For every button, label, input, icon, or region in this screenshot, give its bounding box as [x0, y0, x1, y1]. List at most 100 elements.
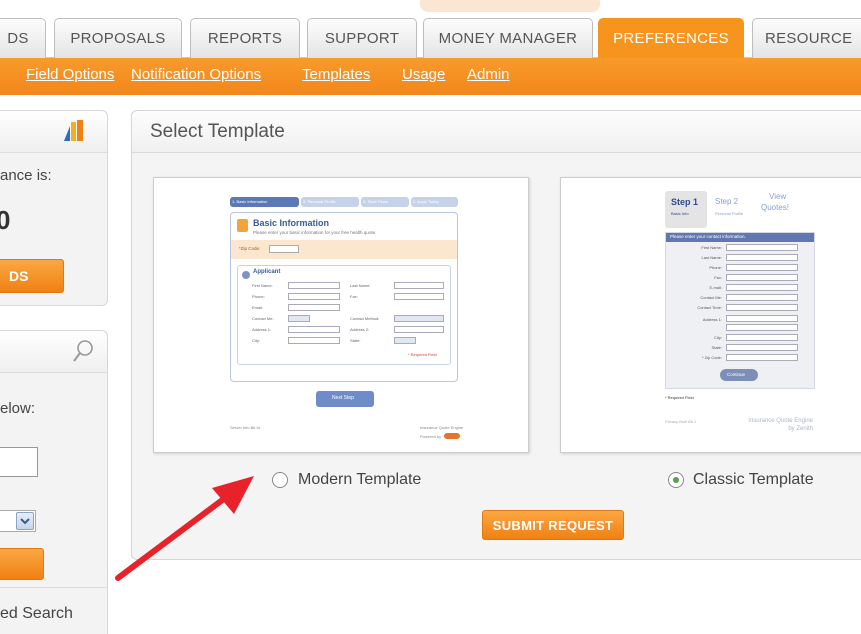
classic-label-10: State:: [711, 345, 722, 350]
chevron-down-icon: [16, 512, 34, 530]
classic-template-radio[interactable]: [668, 472, 684, 488]
classic-input: [726, 354, 798, 361]
modern-next-button: Next Step: [316, 391, 374, 407]
modern-zip-row: *Zip Code:: [231, 240, 457, 259]
modern-left-label-6: City:: [252, 338, 260, 343]
classic-label-9: City:: [714, 335, 722, 340]
classic-label-8: Address 1:: [702, 317, 722, 322]
panel-header: Select Template: [132, 111, 861, 153]
document-icon: [237, 219, 248, 232]
submit-request-button[interactable]: SUBMIT REQUEST: [482, 510, 624, 540]
subnav-admin[interactable]: Admin: [467, 66, 510, 83]
search-go-button[interactable]: [0, 548, 44, 580]
modern-next-label: Next Step: [332, 395, 354, 401]
modern-right-label-6: State:: [350, 338, 361, 343]
preferences-subnav: Field Options Notification Options Templ…: [0, 58, 861, 95]
classic-label-5: E-mail:: [709, 285, 722, 290]
classic-label-1: First Name:: [701, 245, 722, 250]
tab-ds[interactable]: DS: [0, 18, 46, 58]
modern-applicant-box: Applicant First Name: Phone: Email: Cont…: [237, 265, 451, 365]
tab-proposals[interactable]: PROPOSALS: [54, 18, 182, 58]
search-input[interactable]: [0, 447, 38, 477]
classic-input: [726, 254, 798, 261]
subnav-templates[interactable]: Templates: [302, 66, 370, 83]
modern-input: [288, 326, 340, 333]
modern-input: [394, 326, 444, 333]
classic-input: [726, 264, 798, 271]
tab-money-manager[interactable]: MONEY MANAGER: [423, 18, 593, 58]
modern-form-card: Basic Information Please enter your basi…: [230, 212, 458, 382]
classic-footer-right: Insurance Quote Engine by Zenith: [748, 418, 813, 432]
subnav-notification-options[interactable]: Notification Options: [131, 66, 261, 83]
modern-footer-right-2: Powered by: [420, 434, 442, 439]
classic-input: [726, 274, 798, 281]
modern-step-bar: 1. Basic Information 2. Personal Profile…: [230, 197, 458, 207]
page-title: Select Template: [150, 121, 285, 142]
modern-template-label[interactable]: Modern Template: [298, 471, 421, 489]
search-select-dropdown[interactable]: [0, 510, 36, 532]
modern-right-label-5: Address 2:: [350, 327, 370, 332]
modern-applicant-title: Applicant: [253, 269, 281, 275]
modern-zip-input: [269, 245, 299, 253]
modern-select: [288, 315, 310, 322]
classic-step-1: Step 1 Basic Info: [665, 191, 707, 228]
magnifier-icon[interactable]: [72, 339, 94, 363]
modern-left-label-4: Contact Me:: [252, 316, 274, 321]
classic-label-3: Phone:: [709, 265, 722, 270]
classic-template-preview[interactable]: Step 1 Basic Info Step 2 Personal Profil…: [560, 177, 861, 453]
annotation-arrow: [115, 476, 254, 581]
sidebar-search-panel: elow: ed Search: [0, 330, 108, 634]
classic-label-11: * Zip Code:: [701, 355, 722, 360]
classic-input: [726, 244, 798, 251]
modern-step-4: 4. Apply Today: [410, 197, 458, 207]
modern-input: [288, 293, 340, 300]
advanced-search-link[interactable]: ed Search: [0, 605, 73, 623]
classic-label-4: Fax:: [714, 275, 722, 280]
classic-input: [726, 304, 798, 311]
classic-footer-left: Privacy Built Bit 1: [665, 419, 697, 424]
modern-template-preview[interactable]: 1. Basic Information 2. Personal Profile…: [153, 177, 529, 453]
balance-label: ance is:: [0, 167, 52, 184]
classic-form-box: Please enter your contact information. F…: [665, 232, 815, 389]
modern-input: [394, 293, 444, 300]
subnav-usage[interactable]: Usage: [402, 66, 445, 83]
classic-step-1-sub: Basic Info: [671, 211, 689, 216]
classic-label-6: Contact Me:: [700, 295, 722, 300]
classic-banner-text: Please enter your contact information.: [670, 234, 746, 239]
modern-input: [288, 304, 340, 311]
classic-input: [726, 324, 798, 331]
tab-resources[interactable]: RESOURCE: [752, 18, 861, 58]
classic-select: [726, 294, 798, 301]
powered-by-logo: [444, 433, 460, 439]
classic-required-note: * Required Field: [665, 395, 694, 400]
tab-reports[interactable]: REPORTS: [190, 18, 300, 58]
modern-right-label-4: Contact Method:: [350, 316, 380, 321]
balance-value: 0: [0, 205, 11, 235]
modern-required-note: * Required Field: [408, 352, 437, 357]
classic-input: [726, 334, 798, 341]
classic-label-2: Last Name:: [701, 255, 722, 260]
modern-right-label-1: Last Name:: [350, 283, 371, 288]
sidebar-orange-button[interactable]: DS: [0, 259, 64, 293]
modern-template-radio[interactable]: [272, 472, 288, 488]
modern-left-label-1: First Name:: [252, 283, 273, 288]
tab-preferences[interactable]: PREFERENCES: [598, 18, 744, 58]
classic-step-2-title: Step 2: [715, 197, 739, 206]
search-hint-label: elow:: [0, 400, 36, 417]
header-accent: [420, 0, 600, 12]
modern-footer-left: Server Info Bit Id: [230, 425, 260, 430]
modern-left-label-3: Email:: [252, 305, 264, 310]
modern-step-2: 2. Personal Profile: [301, 197, 360, 207]
tab-support[interactable]: SUPPORT: [307, 18, 417, 58]
classic-step-1-title: Step 1: [671, 197, 699, 207]
classic-step-3-line1: View: [769, 192, 787, 201]
modern-step-1: 1. Basic Information: [230, 197, 300, 207]
modern-footer-right-1: Insurance Quote Engine: [420, 425, 464, 430]
subnav-field-options[interactable]: Field Options: [26, 66, 114, 83]
classic-input: [726, 315, 798, 322]
person-icon: [242, 271, 250, 279]
modern-form-subtitle: Please enter your basic information for …: [253, 230, 377, 235]
classic-continue-label: Continue: [727, 372, 746, 377]
modern-input: [288, 282, 340, 289]
classic-template-label[interactable]: Classic Template: [693, 471, 814, 489]
